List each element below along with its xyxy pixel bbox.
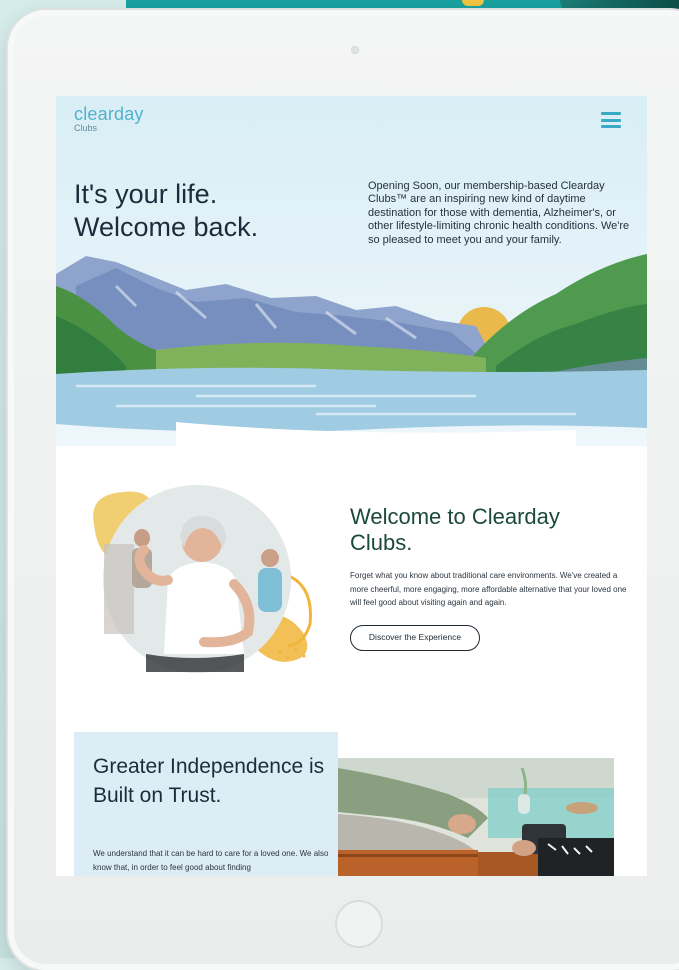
backdrop-sun: [462, 0, 484, 6]
brand-logo[interactable]: clearday Clubs: [74, 104, 144, 133]
hero-section: clearday Clubs It's your life. Welcome b…: [56, 96, 647, 446]
discover-experience-button[interactable]: Discover the Experience: [350, 625, 480, 651]
camera-lens: [351, 46, 359, 54]
headline-line-1: It's your life.: [74, 179, 218, 209]
watercolor-landscape: [56, 254, 647, 446]
hero-intro-text: Opening Soon, our membership-based Clear…: [368, 180, 630, 246]
hero-headline: It's your life. Welcome back.: [74, 178, 258, 244]
brand-name: clearday: [74, 104, 144, 124]
trust-title: Greater Independence is Built on Trust.: [93, 755, 325, 807]
home-button[interactable]: [335, 900, 383, 948]
trust-photo: [338, 758, 614, 876]
welcome-photo: [93, 485, 312, 673]
trust-text: We understand that it can be hard to car…: [93, 849, 329, 872]
welcome-text: Forget what you know about traditional c…: [350, 571, 627, 608]
headline-line-2: Welcome back.: [74, 212, 259, 242]
welcome-title: Welcome to Clearday Clubs.: [350, 504, 560, 555]
hamburger-menu-icon[interactable]: [601, 112, 621, 128]
website-screen: clearday Clubs It's your life. Welcome b…: [56, 96, 647, 876]
